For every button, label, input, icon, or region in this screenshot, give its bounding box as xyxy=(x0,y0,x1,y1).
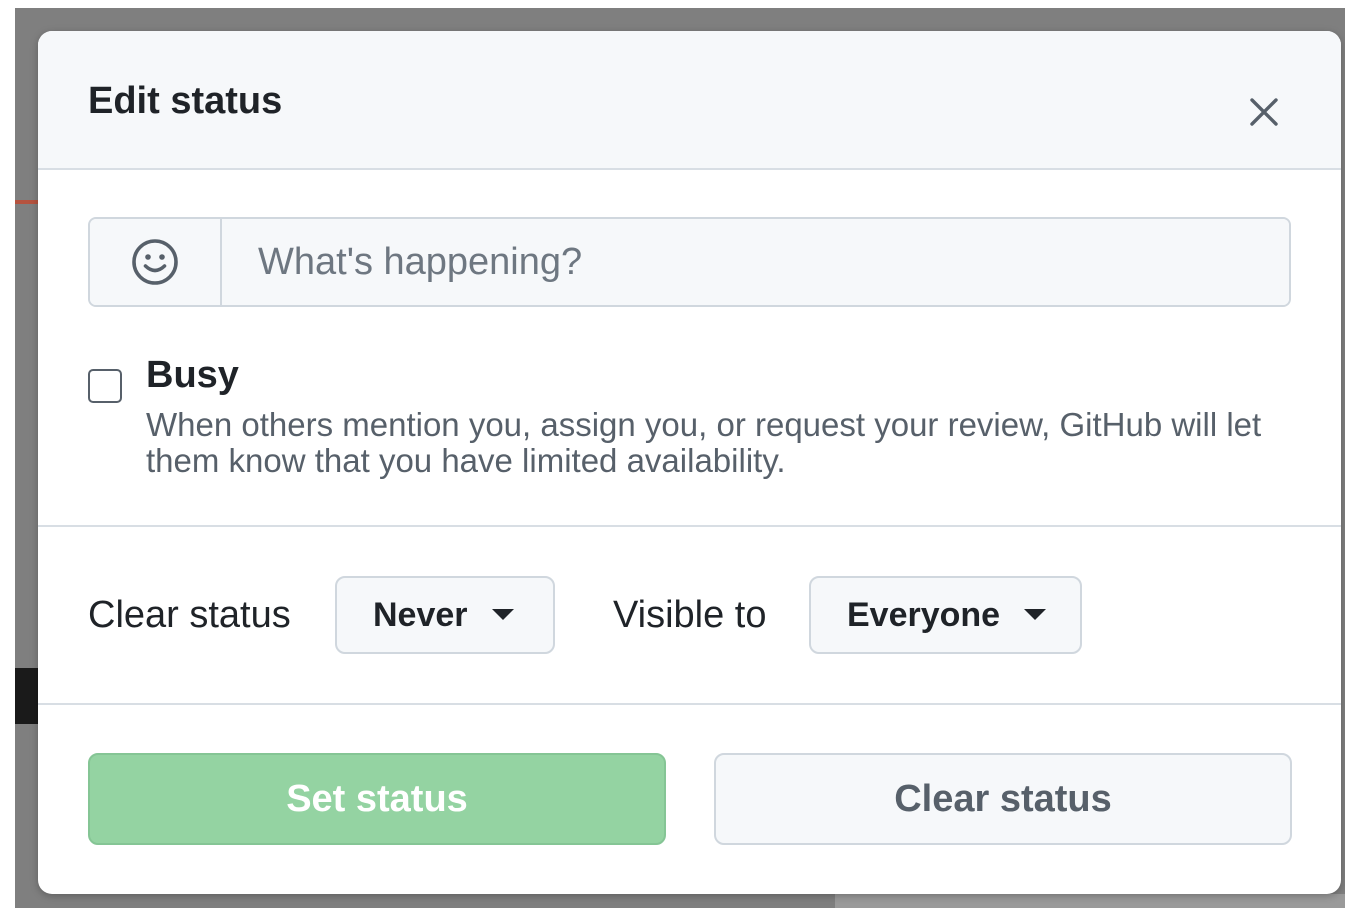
background-underline xyxy=(15,200,40,204)
visible-to-select[interactable]: Everyone xyxy=(809,576,1082,654)
triangle-down-icon xyxy=(491,609,514,620)
dialog-title: Edit status xyxy=(88,80,283,122)
dialog-header: Edit status xyxy=(38,31,1341,170)
smiley-icon xyxy=(132,239,178,285)
clear-status-select[interactable]: Never xyxy=(335,576,555,654)
busy-checkbox[interactable] xyxy=(88,369,122,403)
visible-to-value: Everyone xyxy=(847,595,1001,634)
close-button[interactable] xyxy=(1241,89,1287,135)
busy-description: When others mention you, assign you, or … xyxy=(146,406,1262,479)
status-input-group xyxy=(88,217,1291,307)
clear-status-button[interactable]: Clear status xyxy=(714,753,1292,845)
visible-to-label: Visible to xyxy=(613,594,767,636)
set-status-button[interactable]: Set status xyxy=(88,753,666,845)
clear-status-label: Clear status xyxy=(88,594,291,636)
close-icon xyxy=(1250,98,1278,126)
busy-label: Busy xyxy=(146,354,239,396)
background-image-fragment xyxy=(15,668,40,724)
emoji-picker-button[interactable] xyxy=(90,219,222,305)
clear-status-value: Never xyxy=(373,595,468,634)
divider xyxy=(38,703,1341,705)
divider xyxy=(38,525,1341,527)
background-strip xyxy=(835,894,1345,908)
status-message-input[interactable] xyxy=(222,219,1289,305)
triangle-down-icon xyxy=(1024,609,1047,620)
edit-status-dialog: Edit status Busy When others mention you… xyxy=(38,31,1341,894)
